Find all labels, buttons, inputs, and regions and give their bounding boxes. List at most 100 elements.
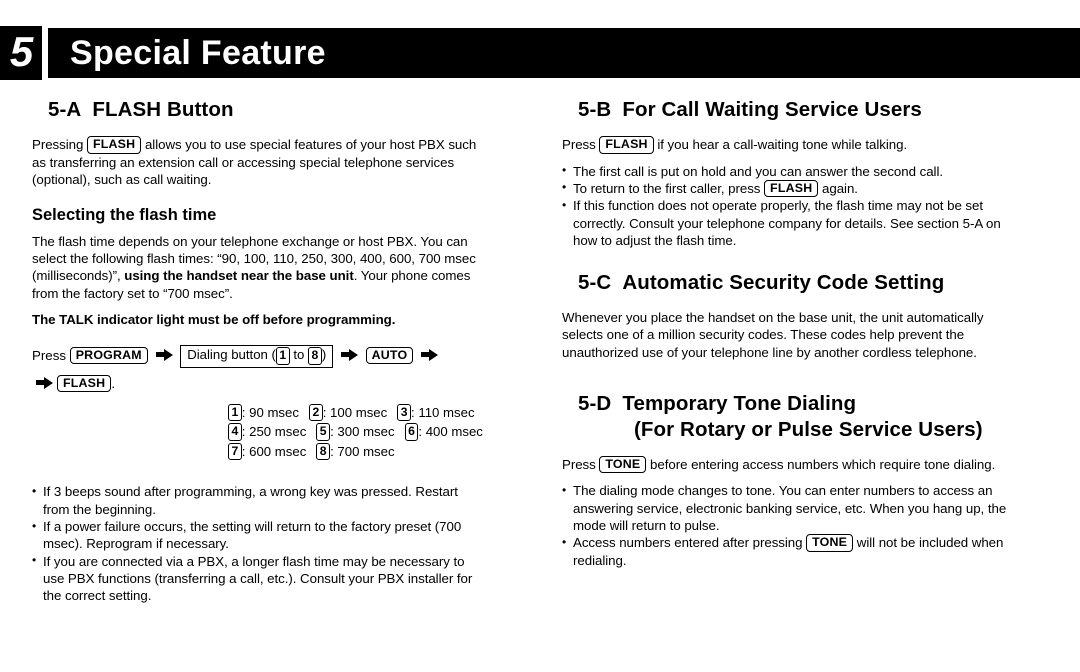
section-title-5d: Temporary Tone Dialing <box>622 391 857 415</box>
dialing-post-text: ) <box>321 347 327 363</box>
section-5c-paragraph: Whenever you place the handset on the ba… <box>562 310 984 360</box>
msec-cell: 3: 110 msec <box>397 403 475 423</box>
tone-key-chip: TONE <box>599 455 647 474</box>
auto-key-chip: AUTO <box>365 346 414 365</box>
section-title-5c: Automatic Security Code Setting <box>622 271 945 295</box>
bullet-pre-text: To return to the first caller, press <box>573 180 765 196</box>
content-columns: 5-A FLASH Button Pressing FLASH allows yo… <box>0 98 1080 672</box>
section-id-5d: 5-D <box>578 391 612 415</box>
left-column: 5-A FLASH Button Pressing FLASH allows yo… <box>32 98 484 605</box>
list-item: If this function does not operate proper… <box>562 197 1014 249</box>
msec-cell: 2: 100 msec <box>308 403 388 423</box>
intro-post-text: before entering access numbers which req… <box>646 456 996 472</box>
program-key-chip: PROGRAM <box>69 346 148 365</box>
section-subtitle-5d: (For Rotary or Pulse Service Users) <box>634 417 983 441</box>
list-item: To return to the first caller, press FLA… <box>562 179 1014 198</box>
dial-key-1-chip: 1 <box>275 347 290 365</box>
msec-key-chip: 7 <box>228 442 242 461</box>
list-item: The first call is put on hold and you ca… <box>562 162 1014 180</box>
bullet-pre-text: Access numbers entered after pressing <box>573 535 807 551</box>
section-5b-notes-list: The first call is put on hold and you ca… <box>562 162 1014 250</box>
section-heading-5a: 5-A FLASH Button <box>32 98 484 122</box>
msec-key-chip: 2 <box>308 403 323 422</box>
msec-value: : 110 msec <box>411 404 475 420</box>
msec-key-chip: 5 <box>316 423 331 441</box>
msec-key-chip: 6 <box>404 423 419 441</box>
right-column: 5-B For Call Waiting Service Users Press … <box>562 98 1014 569</box>
section-title-5b: For Call Waiting Service Users <box>622 98 922 121</box>
program-sequence: Press PROGRAM Dialing button (1 to 8) AU… <box>32 343 484 397</box>
section-5d-notes-list: The dialing mode changes to tone. You ca… <box>562 482 1014 569</box>
list-item: The dialing mode changes to tone. You ca… <box>562 482 1014 534</box>
flash-time-paragraph: The flash time depends on your telephone… <box>32 233 484 302</box>
section-id-5c: 5-C <box>578 271 612 295</box>
talk-indicator-warning: The TALK indicator light must be off bef… <box>32 311 396 327</box>
intro-post-text: if you hear a call-waiting tone while ta… <box>653 137 908 152</box>
sequence-period: . <box>111 375 116 391</box>
press-label: Press <box>32 347 66 363</box>
section-5a-intro: Pressing FLASH allows you to use special… <box>32 136 484 188</box>
intro-pre-text: Pressing <box>32 137 87 152</box>
msec-cell: 5: 300 msec <box>316 422 395 442</box>
page-title: Special Feature <box>70 34 326 72</box>
list-item: If a power failure occurs, the setting w… <box>32 518 484 553</box>
msec-key-chip: 4 <box>228 423 242 441</box>
dialing-pre-text: Dialing button ( <box>187 347 276 363</box>
msec-value: : 600 msec <box>241 443 307 459</box>
dialing-to-text: to <box>289 347 309 363</box>
arrow-right-icon-3 <box>421 348 439 361</box>
section-5a-notes-list: If 3 beeps sound after programming, a wr… <box>32 483 484 604</box>
dial-key-8-chip: 8 <box>308 347 322 365</box>
intro-pre-text: Press <box>562 456 600 472</box>
msec-key-chip: 1 <box>228 403 242 422</box>
msec-value: : 90 msec <box>241 404 299 420</box>
flash-key-chip: FLASH <box>86 136 142 154</box>
msec-row: 7: 600 msec 8: 700 msec <box>228 442 484 462</box>
program-sequence-line2: FLASH. <box>32 371 484 397</box>
section-heading-5c: 5-C Automatic Security Code Setting <box>562 271 1014 295</box>
flash-key-chip-seq: FLASH <box>57 374 112 393</box>
msec-key-chip: 8 <box>316 442 331 461</box>
msec-row: 1: 90 msec 2: 100 msec 3: 110 msec <box>228 403 484 423</box>
arrow-right-icon-2 <box>340 348 358 361</box>
flash-key-chip: FLASH <box>599 136 654 154</box>
msec-cell: 8: 700 msec <box>316 442 395 462</box>
chapter-banner: 5 Special Feature <box>0 18 1080 80</box>
section-5d-intro: Press TONE before entering access number… <box>562 455 1014 474</box>
msec-mapping-table: 1: 90 msec 2: 100 msec 3: 110 msec 4: 250 … <box>228 403 484 462</box>
chapter-number: 5 <box>0 26 42 80</box>
msec-value: : 250 msec <box>241 424 307 440</box>
msec-value: : 700 msec <box>330 443 395 459</box>
bullet-post-text: again. <box>818 180 858 196</box>
section-5b-intro: Press FLASH if you hear a call-waiting t… <box>562 136 1014 154</box>
msec-cell: 6: 400 msec <box>404 422 483 442</box>
flash-key-chip: FLASH <box>764 179 819 198</box>
section-id-5a: 5-A <box>48 98 82 121</box>
chapter-title-bar: Special Feature <box>48 28 1080 78</box>
section-heading-5b: 5-B For Call Waiting Service Users <box>562 98 1014 122</box>
msec-value: : 300 msec <box>330 424 395 440</box>
arrow-right-icon-1 <box>155 348 173 361</box>
list-item: If you are connected via a PBX, a longer… <box>32 552 484 605</box>
section-title-5a: FLASH Button <box>92 98 234 121</box>
intro-pre-text: Press <box>562 137 600 152</box>
msec-key-chip: 3 <box>397 403 412 422</box>
msec-cell: 1: 90 msec <box>228 403 299 423</box>
msec-cell: 4: 250 msec <box>228 422 306 442</box>
section-id-5b: 5-B <box>578 98 612 121</box>
msec-value: : 100 msec <box>322 404 388 420</box>
msec-value: : 400 msec <box>418 424 483 440</box>
flash-time-bold-phrase: using the handset near the base unit <box>124 268 354 284</box>
subheading-selecting-flash-time: Selecting the flash time <box>32 205 217 224</box>
section-heading-5d: 5-D Temporary Tone Dialing (For Rotary or… <box>562 392 1014 442</box>
msec-cell: 7: 600 msec <box>228 442 306 462</box>
arrow-right-icon-4 <box>36 376 53 389</box>
tone-key-chip: TONE <box>806 534 854 552</box>
msec-row: 4: 250 msec 5: 300 msec 6: 400 msec <box>228 422 484 442</box>
list-item: Access numbers entered after pressing TO… <box>562 534 1014 569</box>
dialing-button-box: Dialing button (1 to 8) <box>180 345 334 368</box>
list-item: If 3 beeps sound after programming, a wr… <box>32 483 484 518</box>
